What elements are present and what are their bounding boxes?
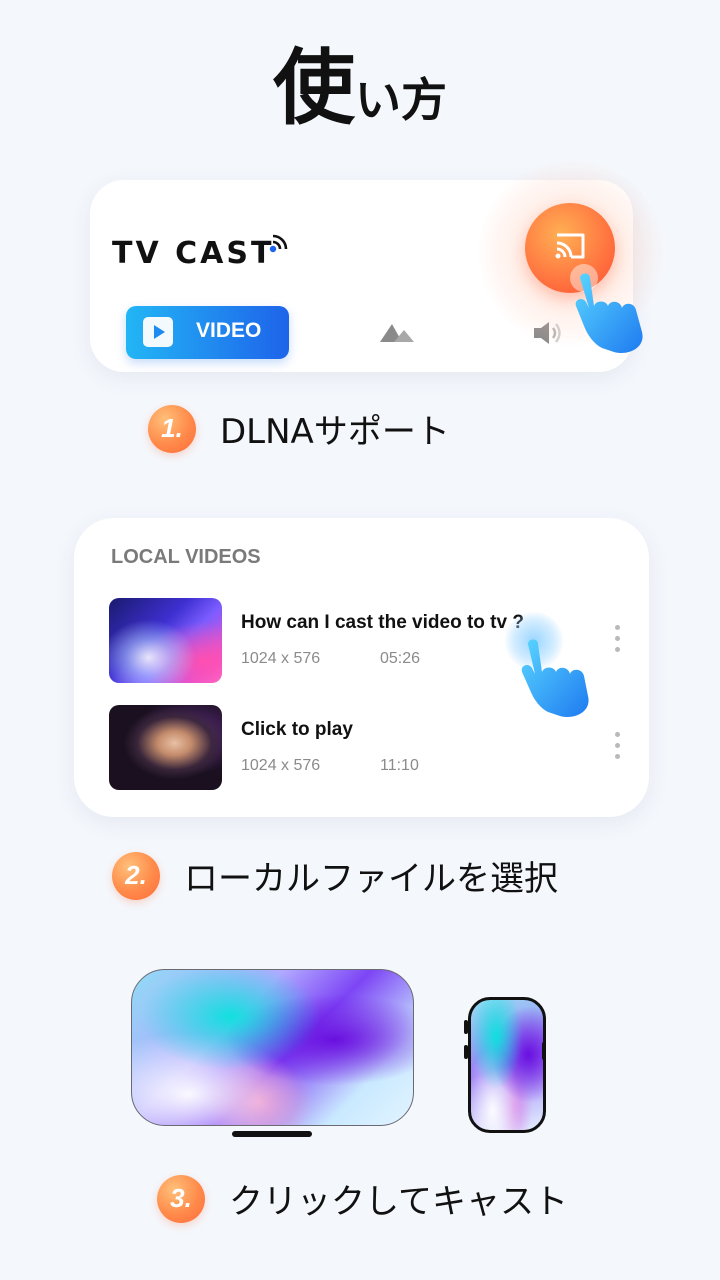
cast-icon	[555, 233, 585, 259]
photo-icon[interactable]	[380, 320, 414, 344]
page-title: 使い方	[0, 48, 720, 130]
wifi-signal-icon	[269, 234, 288, 253]
video-resolution: 1024 x 576	[241, 757, 321, 774]
tv-screen-illustration	[131, 969, 414, 1126]
step-1: 1. DLNAサポート	[148, 404, 450, 453]
section-heading: LOCAL VIDEOS	[111, 546, 261, 568]
step-2: 2. ローカルファイルを選択	[112, 851, 558, 900]
tv-stand	[232, 1131, 312, 1137]
video-thumbnail	[109, 598, 222, 683]
more-options-icon[interactable]	[615, 732, 621, 764]
step-number-badge: 3.	[157, 1174, 205, 1223]
step-text: DLNAサポート	[220, 412, 450, 452]
video-duration: 05:26	[380, 650, 421, 667]
app-brand: TV CAST	[112, 236, 275, 271]
play-icon	[143, 317, 173, 347]
video-duration: 11:10	[380, 757, 419, 774]
hand-pointer-icon	[570, 264, 643, 354]
video-resolution: 1024 x 576	[241, 650, 321, 667]
tab-video[interactable]: VIDEO	[126, 306, 289, 359]
hand-pointer-icon	[521, 639, 589, 718]
video-title: How can I cast the video to tv ?	[241, 612, 524, 633]
video-thumbnail	[109, 705, 222, 790]
title-big: 使	[272, 41, 355, 136]
more-options-icon[interactable]	[615, 625, 621, 657]
phone-illustration	[468, 997, 546, 1133]
phone-side-button	[464, 1020, 468, 1034]
tab-video-label: VIDEO	[196, 319, 262, 342]
step-text: クリックしてキャスト	[229, 1182, 568, 1222]
video-title: Click to play	[241, 719, 353, 740]
phone-side-button	[464, 1045, 468, 1059]
title-small: い方	[355, 73, 447, 127]
step-3: 3. クリックしてキャスト	[157, 1174, 568, 1223]
phone-side-button	[542, 1042, 546, 1060]
step-number-badge: 2.	[112, 851, 160, 900]
step-number-badge: 1.	[148, 404, 196, 453]
step-text: ローカルファイルを選択	[184, 859, 558, 899]
